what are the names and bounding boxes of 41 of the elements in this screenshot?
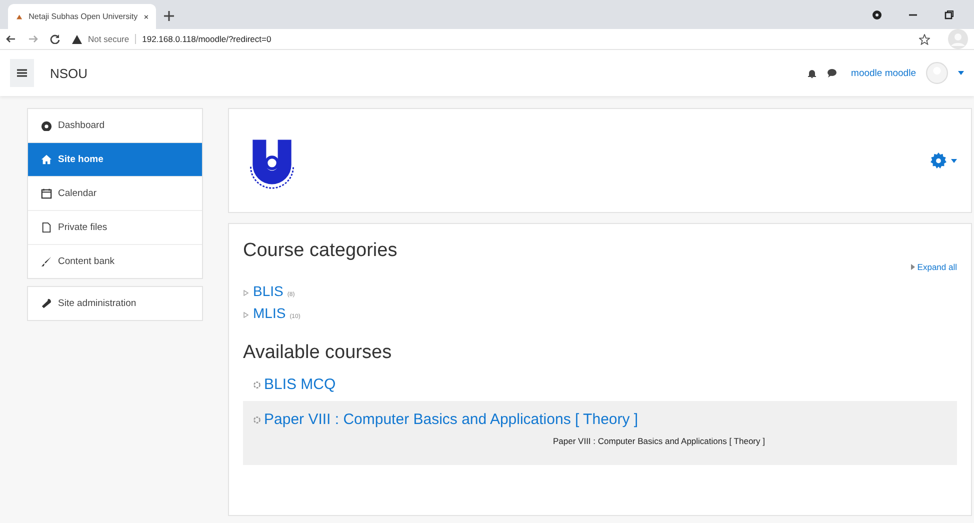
nav-item[interactable]: Private files (28, 210, 202, 244)
course-link[interactable]: BLIS MCQ (264, 376, 336, 393)
section-heading: Available courses (243, 342, 393, 364)
menu-icon (17, 69, 27, 77)
settings-menu-button[interactable] (930, 152, 957, 169)
brush-icon (41, 256, 52, 267)
expand-all-link[interactable]: Expand all (910, 262, 957, 272)
browser-tab[interactable]: Netaji Subhas Open University (8, 4, 156, 29)
section-heading: Course categories (243, 240, 398, 262)
course-summary: Paper VIII : Computer Basics and Applications [ Theory ] (553, 436, 766, 446)
calendar-icon (41, 188, 52, 199)
menu-button[interactable] (10, 59, 34, 87)
nav-item[interactable]: Content bank (28, 244, 202, 278)
nav-item[interactable]: Site home (28, 142, 202, 176)
warning-icon (72, 34, 82, 44)
course-link[interactable]: Paper VIII : Computer Basics and Applications [ Theory ] (264, 411, 638, 428)
reload-icon[interactable] (50, 34, 60, 44)
nav-item[interactable]: Calendar (28, 176, 202, 210)
user-name[interactable]: moodle moodle (851, 68, 916, 78)
close-icon[interactable] (144, 12, 148, 20)
caret-icon[interactable] (958, 71, 964, 75)
category-link[interactable]: BLIS (253, 283, 284, 299)
file-icon (41, 222, 52, 233)
record-icon[interactable] (872, 10, 882, 20)
settings-icon (930, 152, 947, 169)
chat-icon[interactable] (827, 68, 838, 78)
nav-item[interactable]: Dashboard (28, 109, 202, 142)
course-icon (253, 416, 261, 424)
star-icon[interactable] (919, 34, 930, 44)
house-icon (41, 154, 52, 165)
site-name[interactable]: NSOU (50, 66, 88, 80)
back-icon[interactable] (6, 34, 16, 44)
restore-icon[interactable] (944, 10, 954, 20)
bell-icon[interactable] (807, 68, 818, 78)
caret-icon (951, 158, 957, 162)
category-link[interactable]: MLIS (253, 305, 286, 321)
expand-arrow-icon (910, 264, 915, 270)
course-icon (253, 381, 261, 389)
nav-item[interactable]: Site administration (28, 287, 202, 320)
tab-title: Netaji Subhas Open University (28, 12, 138, 21)
new-tab-icon[interactable] (164, 11, 174, 21)
